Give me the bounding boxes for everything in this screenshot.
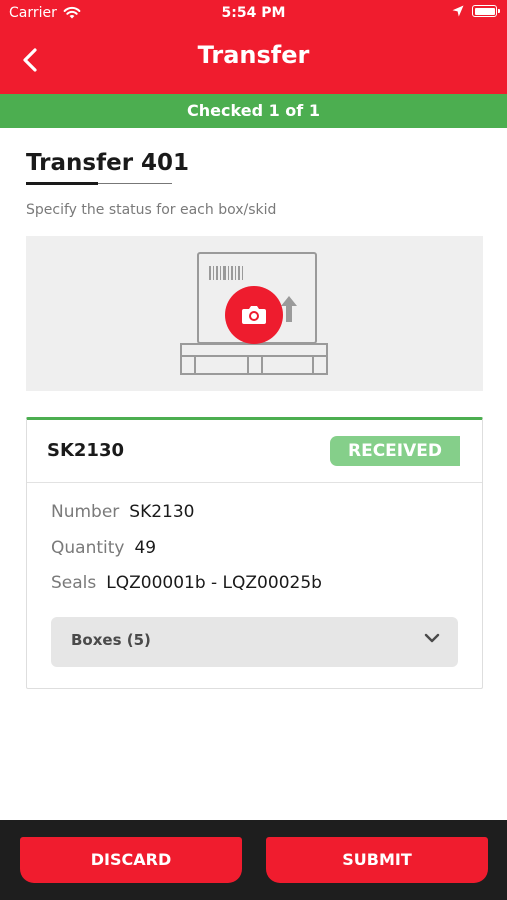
progress-banner: Checked 1 of 1 [0, 94, 507, 128]
field-value: LQZ00001b - LQZ00025b [106, 573, 322, 593]
field-value: SK2130 [129, 502, 195, 522]
field-label: Number [51, 502, 120, 522]
field-label: Seals [51, 573, 97, 593]
field-row-number: Number SK2130 [51, 502, 195, 522]
location-arrow-icon [452, 5, 464, 17]
chevron-down-icon [424, 633, 440, 643]
title-underline-accent [26, 182, 98, 185]
camera-icon [242, 306, 266, 324]
field-row-seals: Seals LQZ00001b - LQZ00025b [51, 573, 322, 593]
camera-button[interactable] [225, 286, 283, 344]
field-row-quantity: Quantity 49 [51, 538, 156, 558]
status-indicators [452, 5, 500, 17]
boxes-dropdown[interactable]: Boxes (5) [51, 617, 458, 667]
skid-card-header: SK2130 RECEIVED [27, 420, 482, 483]
submit-button[interactable]: SUBMIT [266, 837, 488, 883]
skid-card: SK2130 RECEIVED Number SK2130 Quantity 49 … [26, 417, 483, 689]
battery-level [474, 7, 495, 15]
field-value: 49 [134, 538, 157, 558]
field-label: Quantity [51, 538, 125, 558]
skid-id: SK2130 [47, 440, 125, 461]
instruction-text: Specify the status for each box/skid [26, 202, 277, 218]
status-time: 5:54 PM [221, 5, 286, 21]
boxes-dropdown-label: Boxes (5) [71, 631, 151, 649]
battery-icon [472, 5, 500, 17]
status-bar: Carrier 5:54 PM [0, 0, 507, 28]
page-title: Transfer 401 [26, 150, 190, 176]
status-badge[interactable]: RECEIVED [330, 436, 460, 466]
nav-title: Transfer [197, 41, 310, 69]
top-header: Carrier 5:54 PM Transfer [0, 0, 507, 94]
discard-button[interactable]: DISCARD [20, 837, 242, 883]
